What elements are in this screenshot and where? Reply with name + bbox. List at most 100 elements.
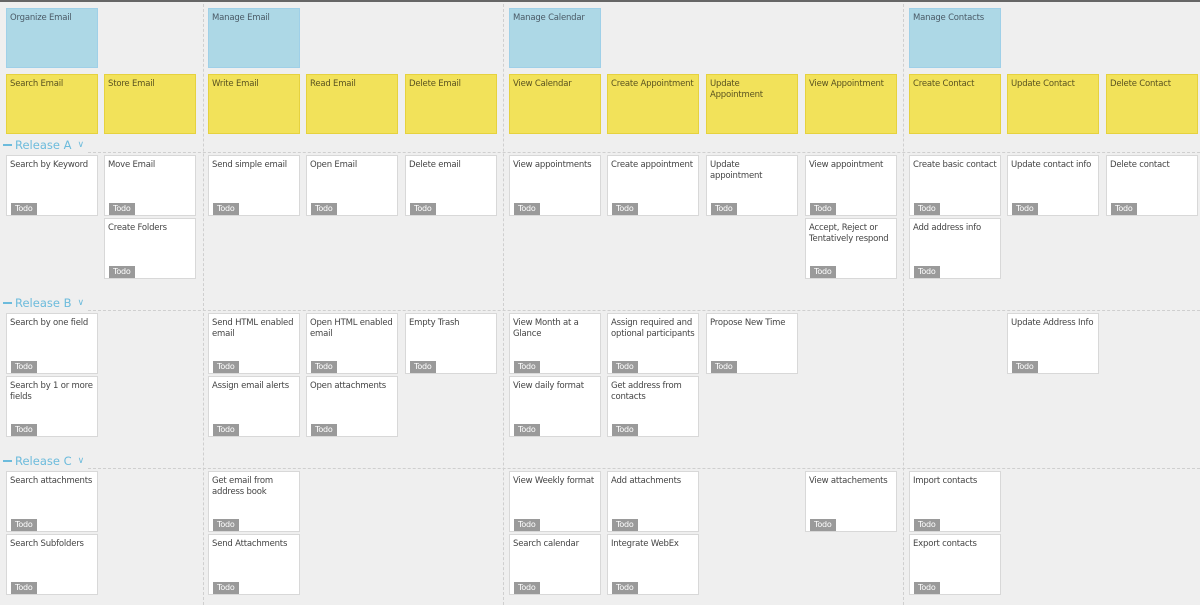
story-card[interactable]: Get email from address book Todo: [208, 471, 300, 532]
status-badge: Todo: [410, 203, 436, 215]
story-card[interactable]: Assign required and optional participant…: [607, 313, 699, 374]
story-title: Propose New Time: [710, 318, 786, 328]
epic-card[interactable]: Manage Calendar: [509, 8, 601, 68]
story-card[interactable]: Create basic contact Todo: [909, 155, 1001, 216]
status-badge: Todo: [213, 361, 239, 373]
story-title: View Weekly format: [513, 476, 595, 486]
story-card[interactable]: Import contacts Todo: [909, 471, 1001, 532]
story-card[interactable]: Add address info Todo: [909, 218, 1001, 279]
story-card[interactable]: Search by Keyword Todo: [6, 155, 98, 216]
column-divider: [203, 4, 204, 605]
collapse-icon[interactable]: [3, 302, 12, 304]
feature-card[interactable]: Update Appointment: [706, 74, 798, 134]
story-card[interactable]: Assign email alerts Todo: [208, 376, 300, 437]
story-card[interactable]: Update Address Info Todo: [1007, 313, 1099, 374]
feature-card[interactable]: Write Email: [208, 74, 300, 134]
story-card[interactable]: Open attachments Todo: [306, 376, 398, 437]
story-card[interactable]: Update contact info Todo: [1007, 155, 1099, 216]
status-badge: Todo: [612, 582, 638, 594]
epic-title: Manage Email: [212, 13, 270, 23]
chevron-down-icon[interactable]: ∨: [77, 140, 84, 150]
feature-title: Create Contact: [913, 79, 975, 89]
story-card[interactable]: Empty Trash Todo: [405, 313, 497, 374]
story-card[interactable]: View appointments Todo: [509, 155, 601, 216]
feature-card[interactable]: View Calendar: [509, 74, 601, 134]
story-card[interactable]: Send Attachments Todo: [208, 534, 300, 595]
status-badge: Todo: [810, 266, 836, 278]
story-title: Create Folders: [108, 223, 167, 233]
chevron-down-icon[interactable]: ∨: [77, 298, 84, 308]
story-title: Search calendar: [513, 539, 579, 549]
collapse-icon[interactable]: [3, 144, 12, 146]
story-card[interactable]: Create appointment Todo: [607, 155, 699, 216]
status-badge: Todo: [514, 519, 540, 531]
status-badge: Todo: [914, 519, 940, 531]
release-header[interactable]: Release C ∨: [0, 454, 84, 468]
epic-card[interactable]: Manage Contacts: [909, 8, 1001, 68]
story-card[interactable]: Search by 1 or more fields Todo: [6, 376, 98, 437]
release-header[interactable]: Release B ∨: [0, 296, 84, 310]
story-card[interactable]: Search Subfolders Todo: [6, 534, 98, 595]
feature-card[interactable]: Search Email: [6, 74, 98, 134]
story-card[interactable]: Open HTML enabled email Todo: [306, 313, 398, 374]
chevron-down-icon[interactable]: ∨: [78, 456, 85, 466]
collapse-icon[interactable]: [3, 460, 12, 462]
story-card[interactable]: View Month at a Glance Todo: [509, 313, 601, 374]
feature-card[interactable]: Store Email: [104, 74, 196, 134]
release-divider: [88, 310, 1200, 311]
story-title: Update appointment: [710, 160, 763, 181]
story-title: Integrate WebEx: [611, 539, 679, 549]
status-badge: Todo: [311, 424, 337, 436]
story-card[interactable]: Move Email Todo: [104, 155, 196, 216]
story-title: Empty Trash: [409, 318, 460, 328]
status-badge: Todo: [109, 203, 135, 215]
story-card[interactable]: Add attachments Todo: [607, 471, 699, 532]
story-card[interactable]: Get address from contacts Todo: [607, 376, 699, 437]
feature-card[interactable]: Delete Email: [405, 74, 497, 134]
column-divider: [503, 4, 504, 605]
story-title: Update contact info: [1011, 160, 1092, 170]
story-card[interactable]: View Weekly format Todo: [509, 471, 601, 532]
status-badge: Todo: [1012, 361, 1038, 373]
story-title: Search by one field: [10, 318, 89, 328]
column-divider: [903, 4, 904, 605]
story-card[interactable]: View attachements Todo: [805, 471, 897, 532]
status-badge: Todo: [213, 582, 239, 594]
story-card[interactable]: Propose New Time Todo: [706, 313, 798, 374]
story-card[interactable]: Search by one field Todo: [6, 313, 98, 374]
story-card[interactable]: View daily format Todo: [509, 376, 601, 437]
story-card[interactable]: Update appointment Todo: [706, 155, 798, 216]
story-card[interactable]: Open Email Todo: [306, 155, 398, 216]
story-card[interactable]: Delete contact Todo: [1106, 155, 1198, 216]
epic-card[interactable]: Manage Email: [208, 8, 300, 68]
epic-title: Manage Calendar: [513, 13, 585, 23]
story-card[interactable]: View appointment Todo: [805, 155, 897, 216]
feature-card[interactable]: Create Appointment: [607, 74, 699, 134]
feature-card[interactable]: Update Contact: [1007, 74, 1099, 134]
status-badge: Todo: [311, 203, 337, 215]
feature-card[interactable]: View Appointment: [805, 74, 897, 134]
story-title: View Month at a Glance: [513, 318, 579, 339]
status-badge: Todo: [914, 266, 940, 278]
feature-title: View Appointment: [809, 79, 884, 89]
epic-card[interactable]: Organize Email: [6, 8, 98, 68]
status-badge: Todo: [11, 203, 37, 215]
story-card[interactable]: Search attachments Todo: [6, 471, 98, 532]
story-card[interactable]: Search calendar Todo: [509, 534, 601, 595]
story-card[interactable]: Send simple email Todo: [208, 155, 300, 216]
story-card[interactable]: Delete email Todo: [405, 155, 497, 216]
status-badge: Todo: [810, 203, 836, 215]
release-header[interactable]: Release A ∨: [0, 138, 84, 152]
status-badge: Todo: [311, 361, 337, 373]
story-card[interactable]: Send HTML enabled email Todo: [208, 313, 300, 374]
status-badge: Todo: [213, 203, 239, 215]
story-card[interactable]: Create Folders Todo: [104, 218, 196, 279]
story-title: Create appointment: [611, 160, 693, 170]
story-title: Send HTML enabled email: [212, 318, 294, 339]
feature-card[interactable]: Create Contact: [909, 74, 1001, 134]
feature-card[interactable]: Read Email: [306, 74, 398, 134]
story-card[interactable]: Integrate WebEx Todo: [607, 534, 699, 595]
story-card[interactable]: Export contacts Todo: [909, 534, 1001, 595]
story-card[interactable]: Accept, Reject or Tentatively respond Tod…: [805, 218, 897, 279]
feature-card[interactable]: Delete Contact: [1106, 74, 1198, 134]
